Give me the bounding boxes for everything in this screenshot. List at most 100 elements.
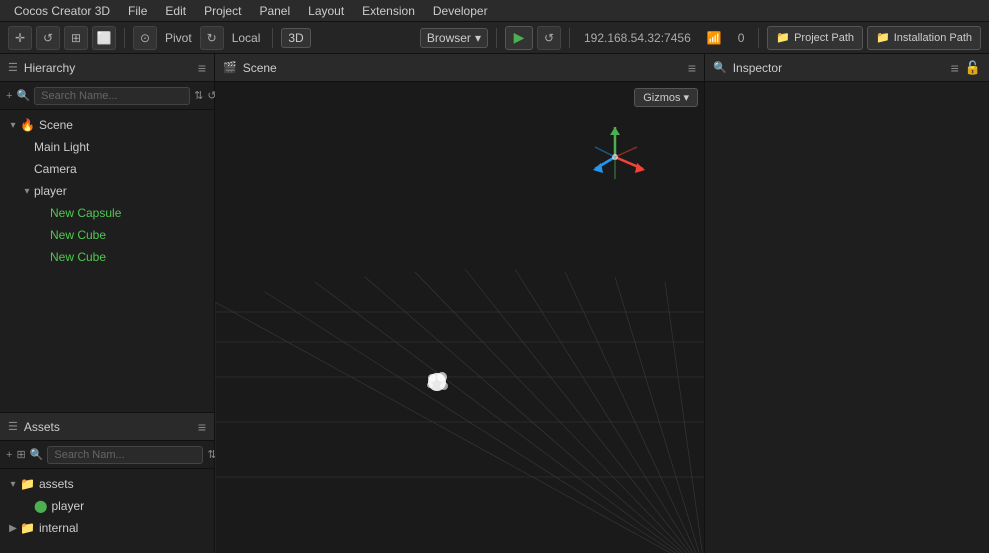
tree-item-camera[interactable]: Camera — [0, 158, 214, 180]
tree-label-new-cube-2: New Cube — [50, 250, 106, 264]
hierarchy-panel: ☰ Hierarchy ≡ + 🔍 ⇅ ↺ ▾ 🔥 Scene — [0, 54, 214, 413]
menu-edit[interactable]: Edit — [157, 2, 194, 20]
tree-label-new-cube-1: New Cube — [50, 228, 106, 242]
assets-panel: ☰ Assets ≡ + ⊞ 🔍 ⇅ ↺ ▾ 📁 assets — [0, 413, 214, 553]
gizmos-label: Gizmos — [643, 92, 680, 104]
toolbar-sep-3 — [496, 28, 497, 48]
tree-item-player[interactable]: ▾ player — [0, 180, 214, 202]
menu-developer[interactable]: Developer — [425, 2, 496, 20]
wifi-signal: 0 — [732, 31, 751, 45]
browser-label: Browser — [427, 31, 471, 45]
assets-add-button[interactable]: + — [6, 446, 12, 464]
assets-import-icon[interactable]: ⊞ — [16, 446, 25, 464]
pivot-icon[interactable]: ⊙ — [133, 26, 157, 50]
assets-menu-button[interactable]: ≡ — [198, 419, 206, 435]
menu-layout[interactable]: Layout — [300, 2, 352, 20]
rect-tool-button[interactable]: ⬜ — [92, 26, 116, 50]
tree-arrow-internal: ▶ — [6, 523, 20, 534]
hierarchy-add-button[interactable]: + — [6, 87, 12, 105]
menu-file[interactable]: File — [120, 2, 155, 20]
gizmos-button[interactable]: Gizmos ▾ — [634, 88, 698, 107]
hierarchy-collapse-icon[interactable]: ⇅ — [194, 87, 203, 105]
tree-label-main-light: Main Light — [34, 140, 89, 154]
local-icon[interactable]: ↻ — [200, 26, 224, 50]
tree-label-player-asset: player — [51, 499, 84, 513]
scene-grid — [215, 82, 704, 553]
rotate-tool-button[interactable]: ↺ — [36, 26, 60, 50]
scene-icon: 🔥 — [20, 118, 35, 132]
hierarchy-title: Hierarchy — [24, 61, 192, 75]
play-button[interactable]: ▶ — [505, 26, 533, 50]
player-asset-icon: ⬤ — [34, 499, 47, 513]
hierarchy-icon: ☰ — [8, 61, 18, 74]
tree-item-assets-folder[interactable]: ▾ 📁 assets — [0, 473, 214, 495]
folder-icon-install: 📁 — [876, 31, 890, 44]
3d-toggle[interactable]: 3D — [281, 28, 310, 48]
tree-item-player-asset[interactable]: ⬤ player — [0, 495, 214, 517]
project-path-label: Project Path — [794, 32, 854, 44]
hierarchy-search-icon[interactable]: 🔍 — [16, 87, 30, 105]
toolbar-sep-5 — [758, 28, 759, 48]
hierarchy-search-input[interactable] — [34, 87, 190, 105]
scene-panel-icon: 🎬 — [223, 61, 237, 74]
tree-item-new-capsule[interactable]: New Capsule — [0, 202, 214, 224]
assets-search-icon[interactable]: 🔍 — [30, 446, 44, 464]
tree-item-new-cube-1[interactable]: New Cube — [0, 224, 214, 246]
assets-tree: ▾ 📁 assets ⬤ player ▶ 📁 internal — [0, 469, 214, 553]
browser-dropdown[interactable]: Browser ▾ — [420, 28, 488, 48]
move-tool-button[interactable]: ✛ — [8, 26, 32, 50]
inspector-title: Inspector — [733, 61, 945, 75]
gizmo-axes — [593, 127, 645, 179]
project-path-button[interactable]: 📁 Project Path — [767, 26, 863, 50]
tree-label-camera: Camera — [34, 162, 77, 176]
tree-item-new-cube-2[interactable]: New Cube — [0, 246, 214, 268]
tree-label-new-capsule: New Capsule — [50, 206, 121, 220]
folder-icon-project: 📁 — [776, 31, 790, 44]
menu-panel[interactable]: Panel — [251, 2, 298, 20]
scene-view: 🎬 Scene ≡ — [215, 54, 704, 553]
scene-canvas[interactable]: Gizmos ▾ — [215, 82, 704, 553]
menu-extension[interactable]: Extension — [354, 2, 423, 20]
assets-folder-icon: 📁 — [20, 477, 35, 491]
inspector-icon: 🔍 — [713, 61, 727, 74]
toolbar-sep-1 — [124, 28, 125, 48]
hierarchy-menu-button[interactable]: ≡ — [198, 60, 206, 76]
browser-chevron: ▾ — [475, 31, 481, 45]
scale-tool-button[interactable]: ⊞ — [64, 26, 88, 50]
tree-label-scene: Scene — [39, 118, 73, 132]
menu-project[interactable]: Project — [196, 2, 249, 20]
assets-search-input[interactable] — [47, 446, 203, 464]
inspector-content — [705, 82, 989, 553]
tree-item-main-light[interactable]: Main Light — [0, 136, 214, 158]
hierarchy-header: ☰ Hierarchy ≡ — [0, 54, 214, 82]
scene-title: Scene — [243, 61, 682, 75]
reload-button[interactable]: ↺ — [537, 26, 561, 50]
hierarchy-search-bar: + 🔍 ⇅ ↺ — [0, 82, 214, 110]
grid-lines — [215, 269, 704, 553]
tree-arrow-player: ▾ — [20, 186, 34, 197]
menubar: Cocos Creator 3D File Edit Project Panel… — [0, 0, 989, 22]
tree-item-internal-folder[interactable]: ▶ 📁 internal — [0, 517, 214, 539]
inspector-panel: 🔍 Inspector ≡ 🔓 — [704, 54, 989, 553]
left-panel: ☰ Hierarchy ≡ + 🔍 ⇅ ↺ ▾ 🔥 Scene — [0, 54, 215, 553]
scene-menu-button[interactable]: ≡ — [688, 60, 696, 76]
menu-cocos[interactable]: Cocos Creator 3D — [6, 2, 118, 20]
tree-item-scene[interactable]: ▾ 🔥 Scene — [0, 114, 214, 136]
inspector-lock-button[interactable]: 🔓 — [965, 60, 981, 76]
wifi-icon: 📶 — [701, 31, 728, 45]
tree-arrow-assets: ▾ — [6, 479, 20, 490]
inspector-menu-button[interactable]: ≡ — [951, 60, 959, 76]
tree-label-internal: internal — [39, 521, 78, 535]
toolbar-sep-4 — [569, 28, 570, 48]
assets-search-bar: + ⊞ 🔍 ⇅ ↺ — [0, 441, 214, 469]
assets-header: ☰ Assets ≡ — [0, 413, 214, 441]
hierarchy-tree: ▾ 🔥 Scene Main Light Camera ▾ player — [0, 110, 214, 412]
toolbar-sep-2 — [272, 28, 273, 48]
tree-arrow-scene: ▾ — [6, 120, 20, 131]
scene-object-dot — [427, 372, 448, 391]
ip-address: 192.168.54.32:7456 — [578, 31, 697, 45]
installation-path-button[interactable]: 📁 Installation Path — [867, 26, 981, 50]
internal-folder-icon: 📁 — [20, 521, 35, 535]
main-layout: ☰ Hierarchy ≡ + 🔍 ⇅ ↺ ▾ 🔥 Scene — [0, 54, 989, 553]
installation-path-label: Installation Path — [894, 32, 972, 44]
